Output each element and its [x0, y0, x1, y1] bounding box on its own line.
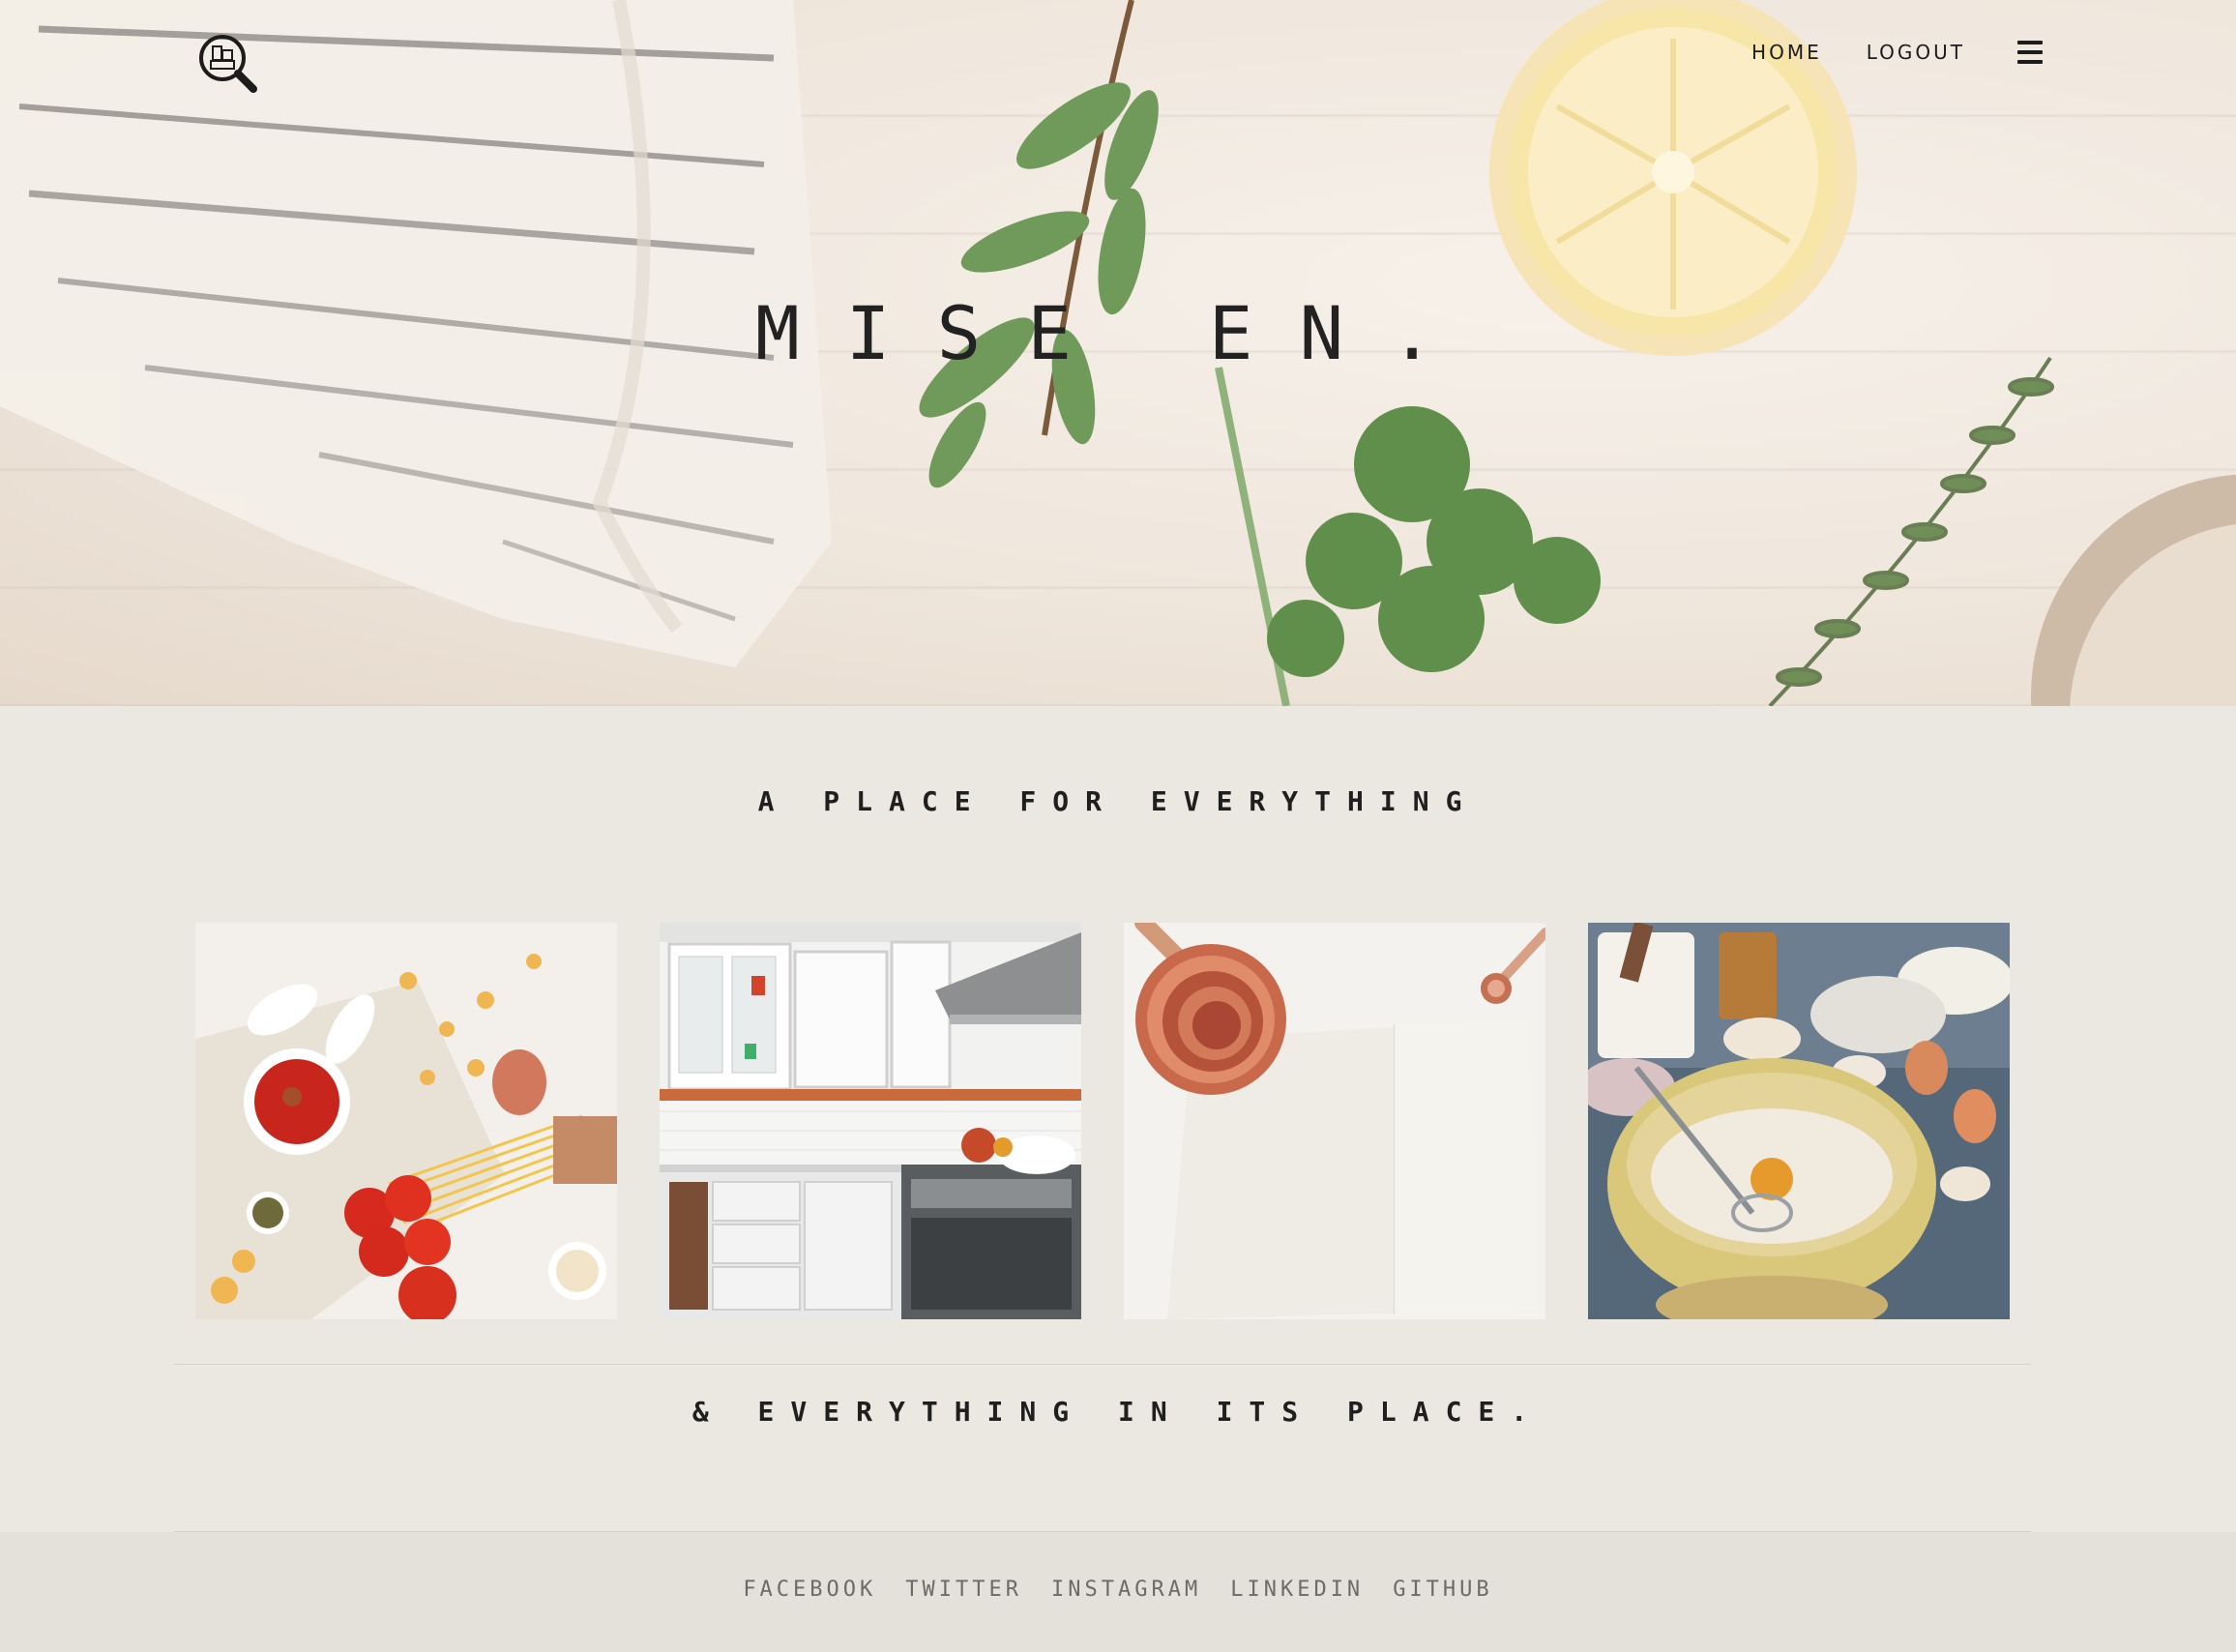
- bowl-edge: [2031, 474, 2236, 706]
- top-nav: HOME LOGOUT: [1751, 41, 2043, 64]
- tagline-top: A PLACE FOR EVERYTHING: [757, 785, 1479, 817]
- herb-sprig: [919, 0, 1159, 488]
- footer: FACEBOOK TWITTER INSTAGRAM LINKEDIN GITH…: [0, 1532, 2236, 1652]
- nav-logout-link[interactable]: LOGOUT: [1867, 41, 1965, 64]
- white-kitchen-image[interactable]: [660, 923, 1081, 1319]
- thyme: [1768, 356, 2054, 706]
- hamburger-menu-icon[interactable]: [2017, 41, 2043, 64]
- footer-link-github[interactable]: GITHUB: [1393, 1578, 1492, 1602]
- baking-bowl-eggs-image[interactable]: [1588, 923, 2010, 1319]
- tagline-bottom: & EVERYTHING IN ITS PLACE.: [691, 1396, 1545, 1428]
- footer-link-linkedin[interactable]: LINKEDIN: [1230, 1578, 1364, 1602]
- social-links: FACEBOOK TWITTER INSTAGRAM LINKEDIN GITH…: [0, 1578, 2236, 1602]
- parsley: [1215, 367, 1601, 706]
- logo-search-icon[interactable]: [193, 29, 261, 97]
- footer-link-twitter[interactable]: TWITTER: [905, 1578, 1022, 1602]
- footer-link-instagram[interactable]: INSTAGRAM: [1051, 1578, 1201, 1602]
- divider-top: [174, 1364, 2031, 1365]
- hero-title: MISE EN.: [754, 290, 1482, 376]
- pasta-ingredients-image[interactable]: [195, 923, 617, 1319]
- footer-link-facebook[interactable]: FACEBOOK: [743, 1578, 876, 1602]
- nav-home-link[interactable]: HOME: [1751, 41, 1822, 64]
- measuring-cups-notebook-image[interactable]: [1124, 923, 1545, 1319]
- image-gallery: [195, 923, 2010, 1319]
- hero-banner: HOME LOGOUT MISE EN.: [0, 0, 2236, 706]
